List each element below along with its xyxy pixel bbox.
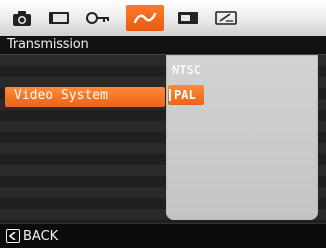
tab-connection[interactable] [126, 5, 164, 31]
connection-icon [133, 12, 157, 24]
tab-key[interactable] [82, 5, 114, 31]
tab-memo[interactable] [210, 5, 242, 31]
back-icon [6, 229, 20, 243]
back-label: BACK [23, 228, 59, 244]
menu-item-label: Video System [14, 88, 108, 103]
page-title: Transmission [7, 37, 89, 52]
title-bar: Transmission [0, 36, 326, 55]
tab-screen[interactable] [43, 5, 75, 31]
option-ntsc[interactable]: NTSC [172, 63, 201, 77]
key-icon [86, 12, 109, 24]
tab-camera[interactable] [6, 5, 38, 31]
back-button[interactable]: BACK [6, 227, 58, 245]
tab-bar [0, 0, 326, 36]
card-icon [178, 12, 198, 24]
screen-icon [49, 12, 69, 24]
footer-bar: BACK [0, 223, 326, 248]
camera-icon [13, 11, 31, 26]
option-pal[interactable]: PAL [174, 88, 196, 102]
tab-card[interactable] [172, 5, 204, 31]
memo-icon [215, 11, 237, 25]
selection-cursor [169, 89, 171, 101]
options-panel: NTSC PAL [166, 55, 318, 220]
